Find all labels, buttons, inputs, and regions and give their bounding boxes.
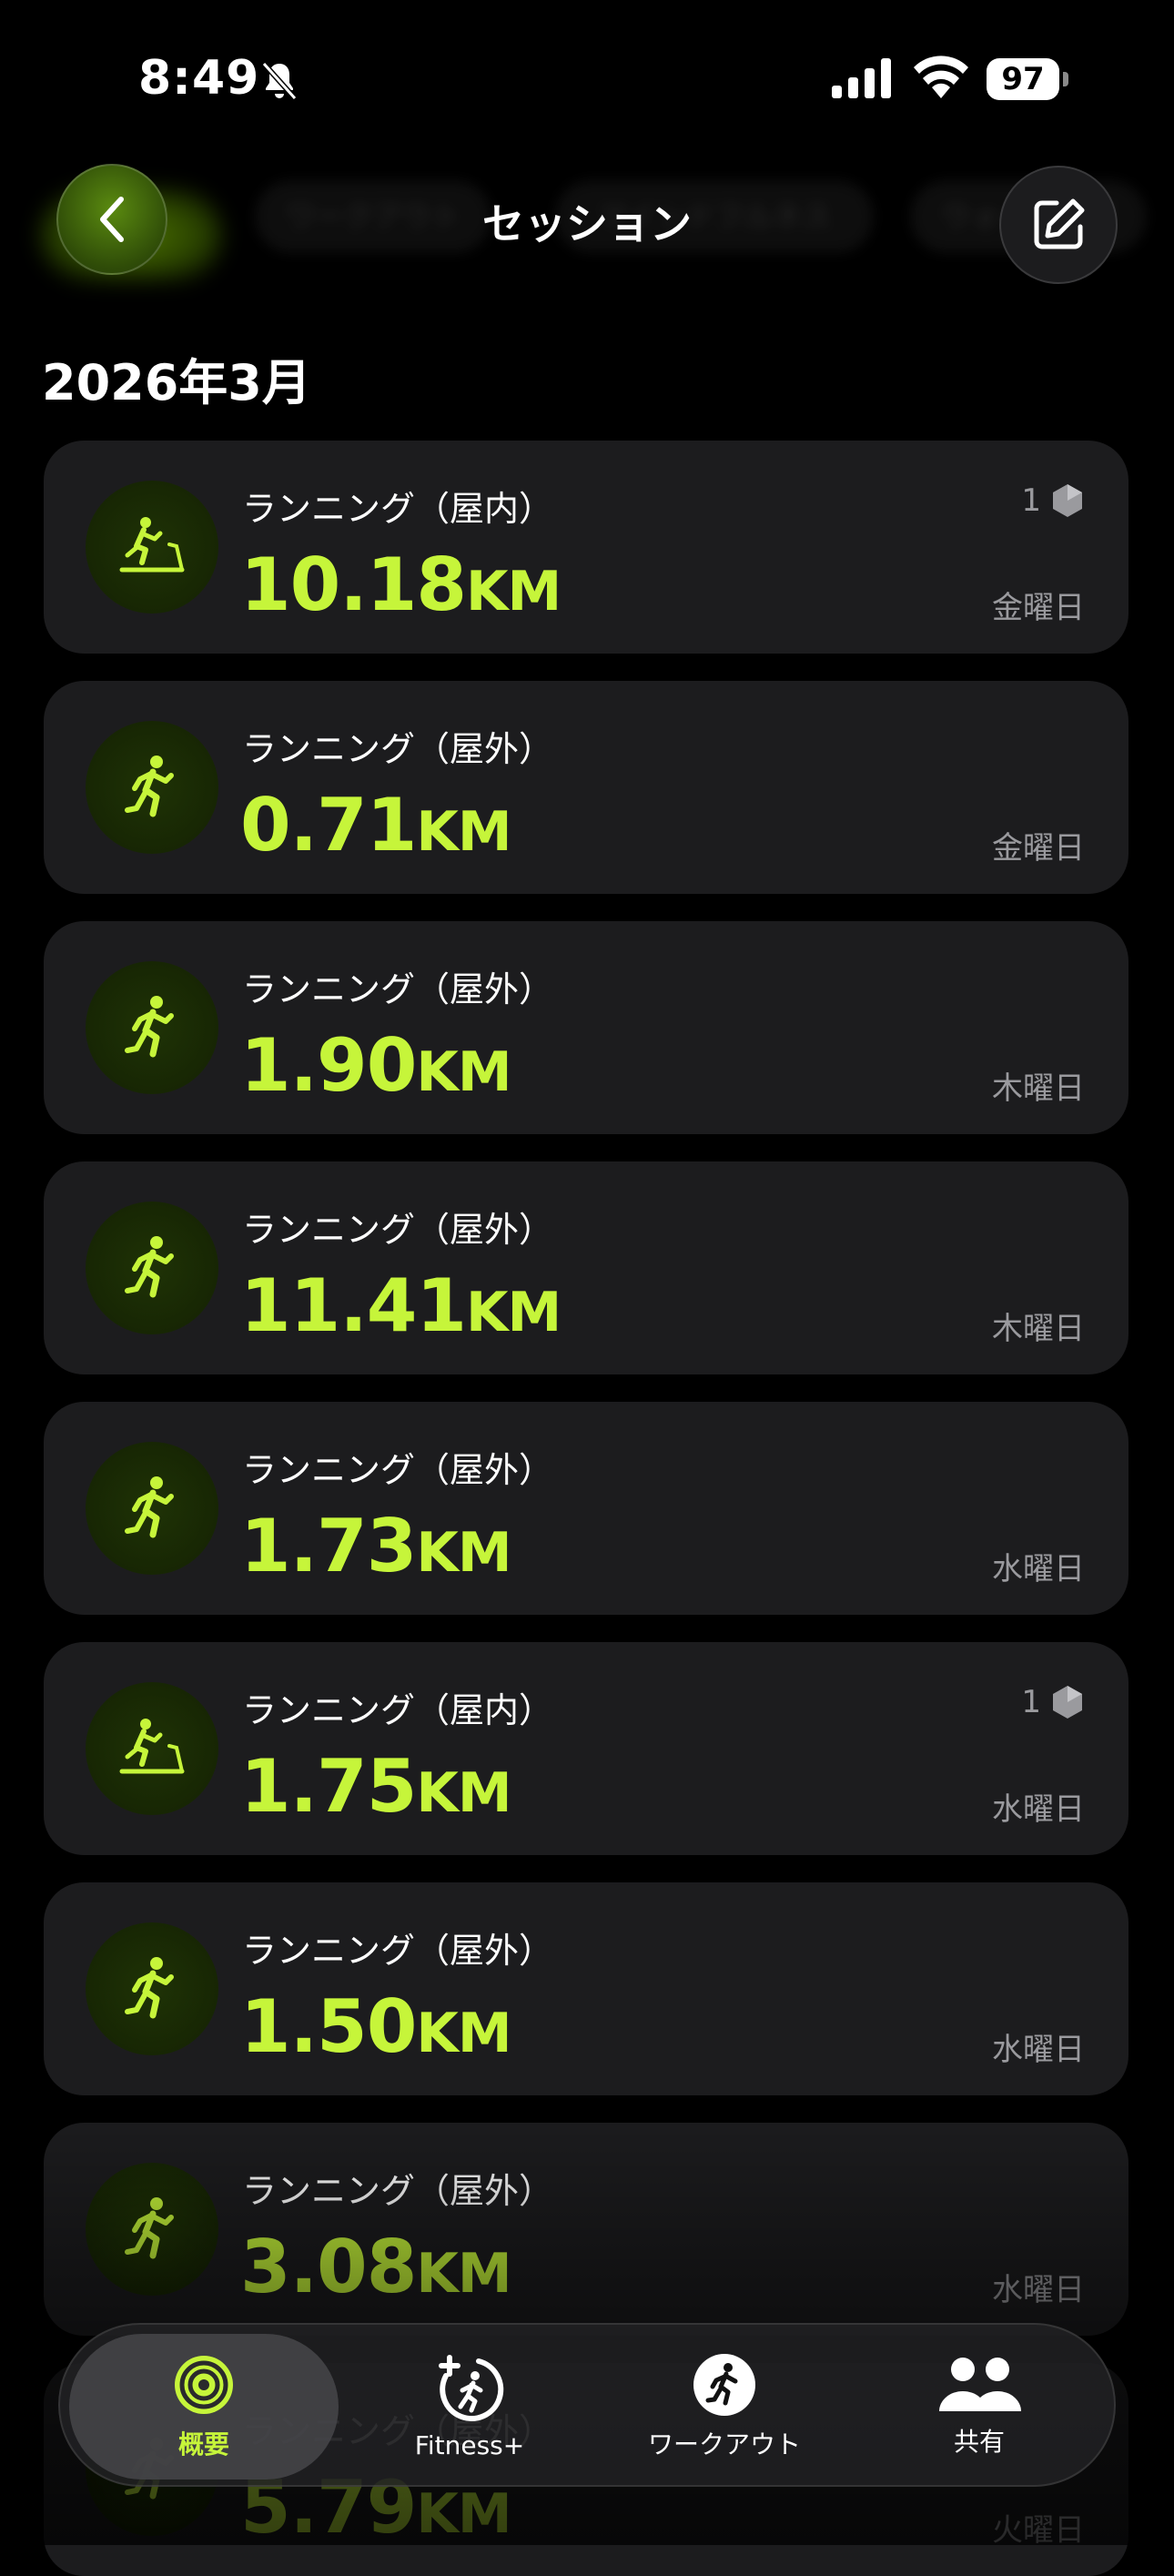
indoor-run-icon [119, 517, 185, 573]
session-type-icon [86, 721, 218, 854]
workout-icon [693, 2354, 755, 2416]
session-distance-value: 1.73 [240, 1504, 417, 1588]
edit-button[interactable] [999, 166, 1118, 284]
session-day: 火曜日 [992, 2512, 1085, 2549]
award-count: 1 [1021, 482, 1041, 519]
session-card[interactable]: ランニング（屋外） 1.90KM 木曜日 [44, 921, 1128, 1134]
fitness-plus-icon [439, 2354, 504, 2421]
session-day: 金曜日 [992, 830, 1085, 867]
session-distance-value: 1.75 [240, 1744, 417, 1829]
session-distance-unit: KM [416, 1521, 511, 1585]
outdoor-run-icon [125, 1236, 174, 1298]
session-name: ランニング（屋外） [242, 1450, 554, 1490]
tab-workout-label: ワークアウト [647, 2429, 801, 2459]
session-distance-unit: KM [466, 560, 562, 624]
session-card[interactable]: ランニング（屋内） 10.18KM 金曜日 1 [44, 441, 1128, 654]
tab-sharing-label: 共有 [953, 2427, 1005, 2457]
session-type-icon [86, 481, 218, 614]
session-card[interactable]: ランニング（屋外） 11.41KM 木曜日 [44, 1161, 1128, 1374]
session-name: ランニング（屋外） [242, 2171, 554, 2211]
session-distance: 1.73KM [240, 1504, 512, 1588]
tab-workout[interactable]: ワークアウト [615, 2325, 834, 2489]
sharing-icon [939, 2358, 1021, 2411]
status-bar: 8:49 97 [0, 0, 1174, 155]
session-day: 木曜日 [992, 1311, 1085, 1347]
session-day: 水曜日 [992, 2032, 1085, 2068]
outdoor-run-icon [125, 1476, 174, 1538]
session-name: ランニング（屋外） [242, 729, 554, 769]
session-name: ランニング（屋外） [242, 969, 554, 1009]
session-type-icon [86, 1202, 218, 1334]
nav-header: ワークアウト マインドフルネス ウォーキング セッション [0, 155, 1174, 284]
session-type-icon [86, 1922, 218, 2055]
tab-sharing[interactable]: 共有 [870, 2325, 1088, 2489]
session-day: 金曜日 [992, 590, 1085, 626]
session-card[interactable]: ランニング（屋外） 1.73KM 水曜日 [44, 1402, 1128, 1615]
session-type-icon [86, 1682, 218, 1815]
award-badge: 1 [1021, 482, 1085, 519]
award-hexagon-icon [1053, 484, 1082, 517]
section-title-month: 2026年3月 [42, 354, 311, 411]
session-distance: 3.08KM [240, 2225, 512, 2309]
session-distance-unit: KM [416, 1040, 511, 1104]
session-distance-value: 11.41 [240, 1263, 467, 1348]
battery-level: 97 [987, 58, 1059, 100]
session-card[interactable]: ランニング（屋外） 3.08KM 水曜日 [44, 2123, 1128, 2336]
session-type-icon [86, 961, 218, 1094]
session-distance: 1.90KM [240, 1023, 512, 1108]
session-distance-unit: KM [416, 2482, 511, 2546]
cellular-signal-icon [832, 58, 891, 98]
session-distance: 10.18KM [240, 543, 562, 627]
outdoor-run-icon [125, 996, 174, 1058]
session-card[interactable]: ランニング（屋外） 1.50KM 水曜日 [44, 1882, 1128, 2095]
session-distance: 11.41KM [240, 1263, 562, 1348]
silent-bell-icon [261, 61, 298, 101]
session-day: 水曜日 [992, 1551, 1085, 1587]
tab-summary-label: 概要 [177, 2429, 229, 2459]
session-distance-value: 1.90 [240, 1023, 417, 1108]
session-day: 水曜日 [992, 2272, 1085, 2308]
session-distance-unit: KM [416, 2242, 511, 2306]
award-count: 1 [1021, 1684, 1041, 1720]
session-day: 木曜日 [992, 1070, 1085, 1107]
session-card[interactable]: ランニング（屋外） 0.71KM 金曜日 [44, 681, 1128, 894]
session-name: ランニング（屋内） [242, 1690, 554, 1730]
session-name: ランニング（屋外） [242, 1931, 554, 1971]
outdoor-run-icon [125, 1957, 174, 2019]
session-name: ランニング（屋外） [242, 1210, 554, 1250]
session-name: ランニング（屋内） [242, 489, 554, 529]
battery-indicator: 97 [987, 58, 1068, 100]
session-distance-unit: KM [416, 2002, 511, 2065]
outdoor-run-icon [125, 756, 174, 817]
session-distance: 1.50KM [240, 1984, 512, 2069]
session-distance: 1.75KM [240, 1744, 512, 1829]
summary-rings-icon [175, 2356, 233, 2414]
session-distance-value: 1.50 [240, 1984, 417, 2069]
session-distance-value: 0.71 [240, 783, 417, 867]
session-card[interactable]: ランニング（屋内） 1.75KM 水曜日 1 [44, 1642, 1128, 1855]
page-title: セッション [482, 199, 692, 248]
tab-fitness-plus-label: Fitness+ [414, 2429, 525, 2460]
session-type-icon [86, 1442, 218, 1575]
tab-fitness-plus[interactable]: Fitness+ [360, 2325, 579, 2489]
session-distance-unit: KM [466, 1281, 562, 1344]
session-day: 水曜日 [992, 1791, 1085, 1828]
wifi-icon [914, 56, 968, 98]
status-time: 8:49 [138, 51, 260, 106]
outdoor-run-icon [125, 2197, 174, 2259]
tab-bar: 概要 Fitness+ ワークアウト 共有 [58, 2323, 1116, 2487]
award-badge: 1 [1021, 1684, 1085, 1720]
indoor-run-icon [119, 1719, 185, 1774]
tab-summary[interactable]: 概要 [69, 2334, 339, 2480]
session-type-icon [86, 2163, 218, 2296]
compose-icon [1034, 198, 1085, 249]
session-distance-value: 3.08 [240, 2225, 417, 2309]
session-distance-unit: KM [416, 800, 511, 864]
session-distance: 0.71KM [240, 783, 512, 867]
award-hexagon-icon [1053, 1686, 1082, 1719]
session-distance-value: 10.18 [240, 543, 467, 627]
session-distance-unit: KM [416, 1761, 511, 1825]
